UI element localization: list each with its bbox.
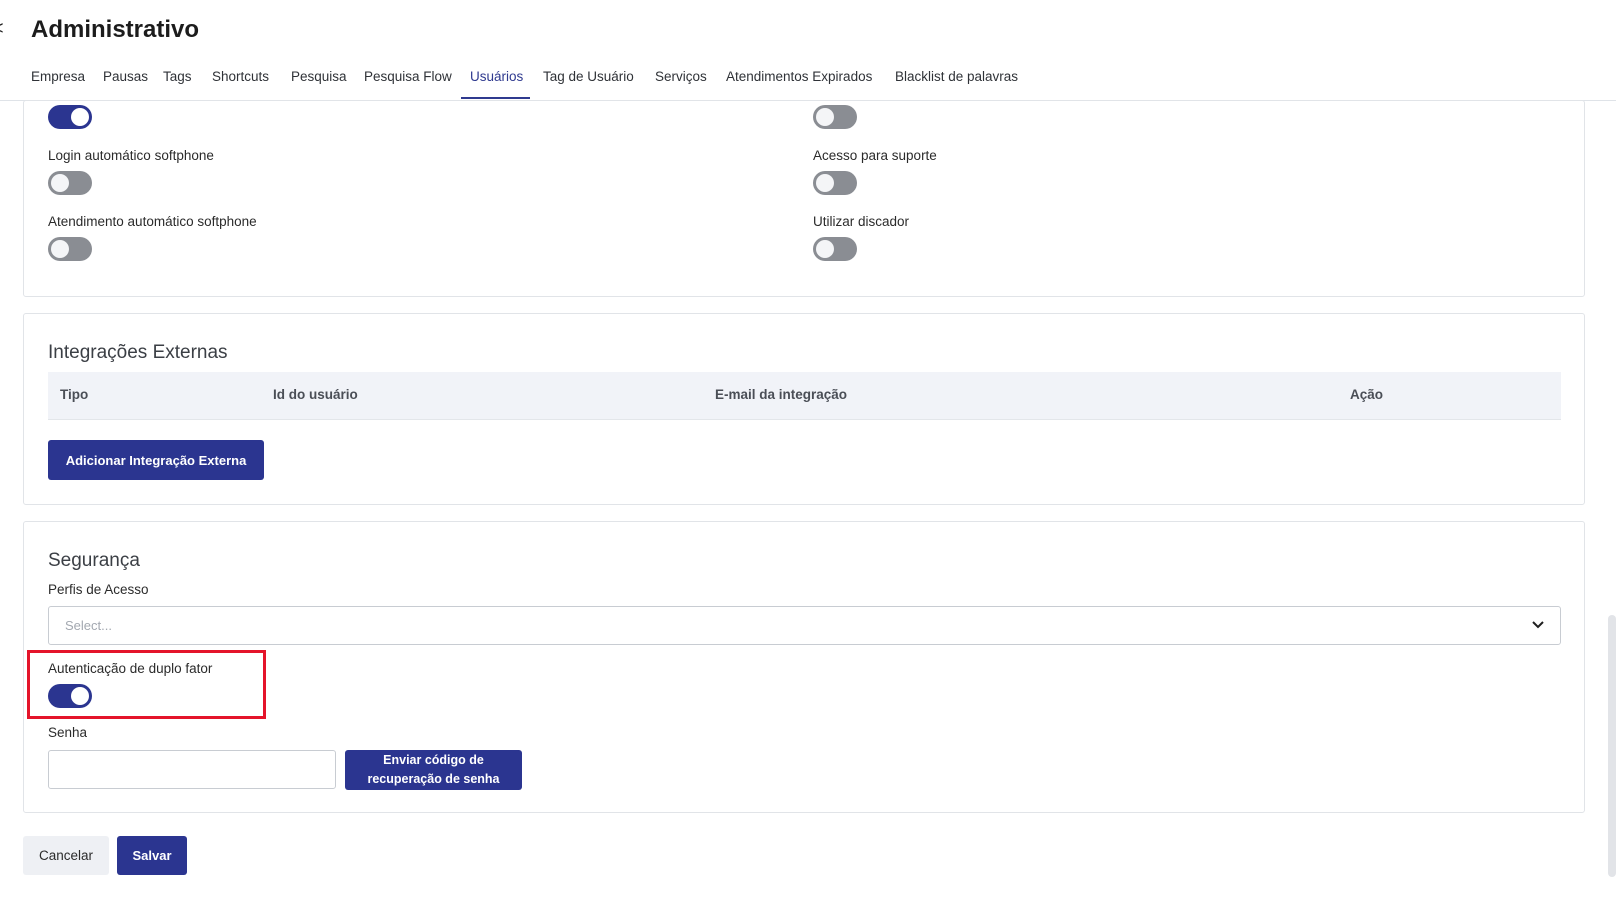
tab-servicos[interactable]: Serviços [655,69,707,84]
label-atendimento-automatico-softphone: Atendimento automático softphone [48,214,257,229]
column-email-da-integracao: E-mail da integração [715,387,848,402]
tab-shortcuts[interactable]: Shortcuts [212,69,269,84]
user-settings-card: Login automático softphone Atendimento a… [23,100,1585,297]
tab-tag-de-usuario[interactable]: Tag de Usuário [543,69,634,84]
scrollbar[interactable] [1608,615,1616,877]
send-recovery-code-button[interactable]: Enviar código de recuperação de senha [345,750,522,790]
tab-pesquisa-flow[interactable]: Pesquisa Flow [364,69,452,84]
tab-pesquisa[interactable]: Pesquisa [291,69,347,84]
save-button[interactable]: Salvar [117,836,187,875]
access-profiles-label: Perfis de Acesso [48,582,149,597]
password-label: Senha [48,725,88,740]
access-profiles-select[interactable]: Select... [48,606,1561,645]
page-title: Administrativo [31,16,200,43]
tab-usuarios[interactable]: Usuários [470,69,523,84]
recovery-button-line1: Enviar código de [383,753,484,767]
tab-bar: Empresa Pausas Tags Shortcuts Pesquisa P… [0,62,1616,101]
toggle-setting-left-1[interactable] [48,105,92,129]
column-id-do-usuario: Id do usuário [273,387,358,402]
label-acesso-para-suporte: Acesso para suporte [813,148,937,163]
toggle-knob [51,174,69,192]
toggle-knob [51,240,69,258]
tab-empresa[interactable]: Empresa [31,69,85,84]
toggle-setting-right-1[interactable] [813,105,857,129]
toggle-knob [816,174,834,192]
toggle-knob [71,108,89,126]
integrations-card: Integrações Externas Tipo Id do usuário … [23,313,1585,505]
label-utilizar-discador: Utilizar discador [813,214,910,229]
tab-blacklist-de-palavras[interactable]: Blacklist de palavras [895,69,1018,84]
tab-pausas[interactable]: Pausas [103,69,148,84]
integrations-title: Integrações Externas [48,342,228,363]
password-input[interactable] [48,750,336,789]
back-button[interactable]: < [0,16,9,42]
security-title: Segurança [48,550,140,571]
toggle-knob [816,240,834,258]
toggle-acesso-para-suporte[interactable] [813,171,857,195]
label-login-automatico-softphone: Login automático softphone [48,148,214,163]
active-tab-indicator [461,97,530,99]
toggle-atendimento-automatico-softphone[interactable] [48,237,92,261]
toggle-utilizar-discador[interactable] [813,237,857,261]
two-factor-highlight [27,650,266,719]
tab-atendimentos-expirados[interactable]: Atendimentos Expirados [726,69,872,84]
chevron-down-icon [1532,621,1544,629]
tab-tags[interactable]: Tags [163,69,192,84]
cancel-button[interactable]: Cancelar [23,836,109,875]
column-acao: Ação [1350,387,1384,402]
select-placeholder: Select... [65,618,112,633]
recovery-button-line2: recuperação de senha [367,772,500,786]
column-tipo: Tipo [60,387,89,402]
integrations-table-header: Tipo Id do usuário E-mail da integração … [48,372,1561,420]
add-external-integration-button[interactable]: Adicionar Integração Externa [48,440,264,480]
toggle-knob [816,108,834,126]
toggle-login-automatico-softphone[interactable] [48,171,92,195]
